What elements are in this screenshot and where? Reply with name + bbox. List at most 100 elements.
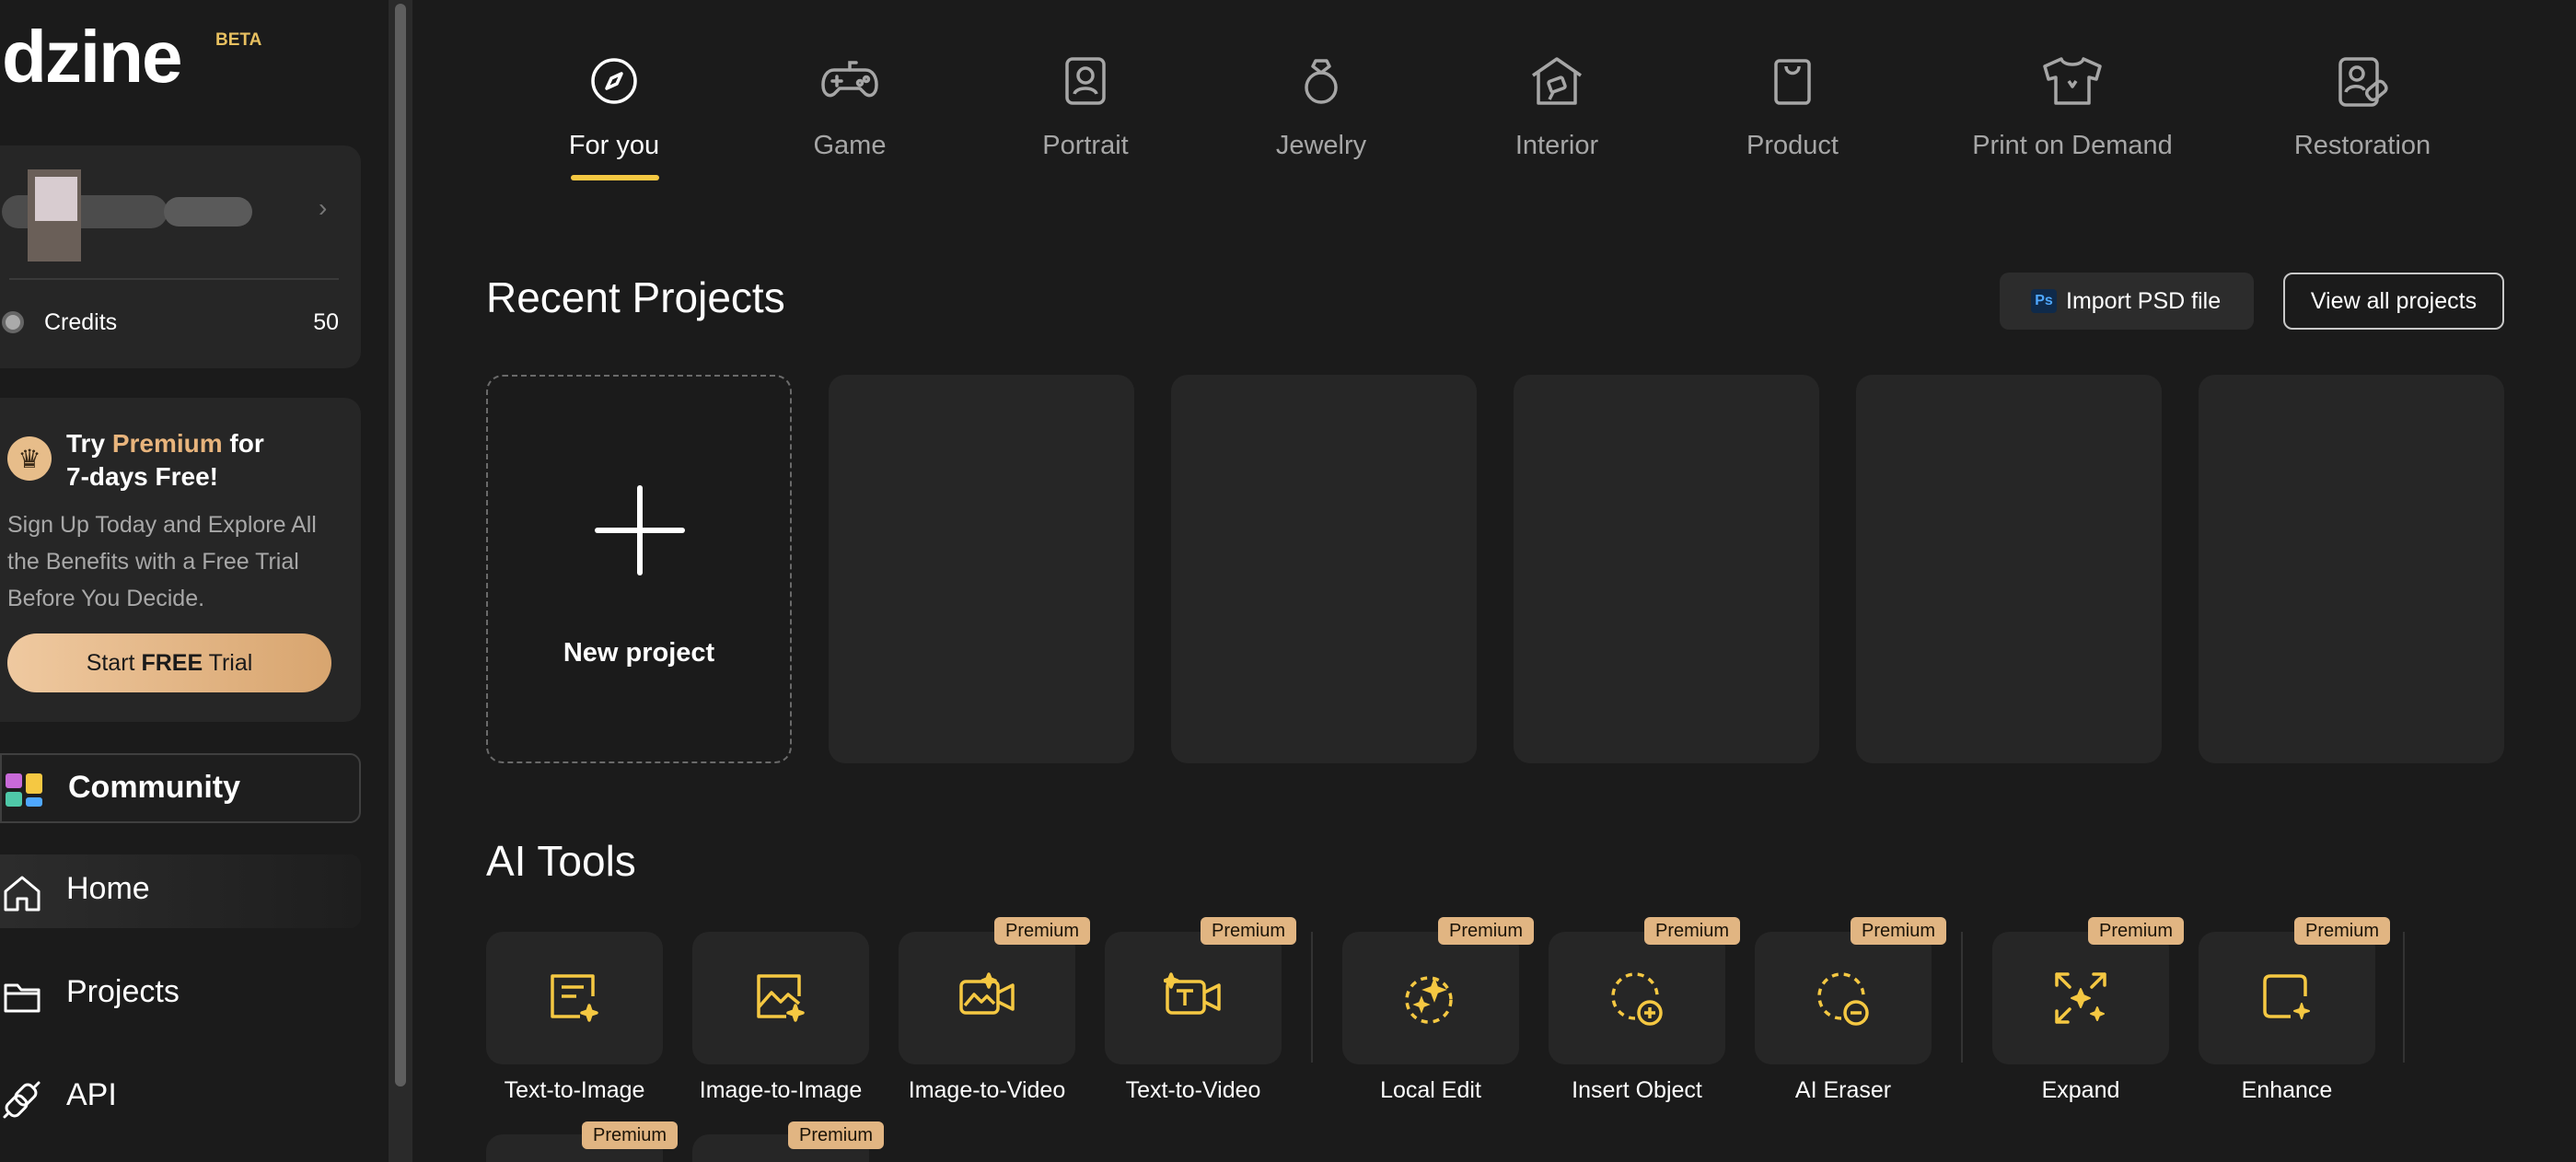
divider (1961, 932, 1963, 1063)
tool-text-to-video[interactable] (1105, 932, 1282, 1064)
sidebar-item-community[interactable]: Community (0, 753, 361, 823)
premium-badge: Premium (1201, 917, 1296, 945)
sidebar-item-label: Projects (66, 974, 180, 1009)
import-psd-button[interactable]: Ps Import PSD file (2000, 273, 2254, 330)
tool-enhance[interactable] (2199, 932, 2375, 1064)
expand-icon (2055, 972, 2106, 1024)
insert-object-icon (1611, 972, 1663, 1026)
premium-badge: Premium (2088, 917, 2184, 945)
tab-label: Product (1746, 131, 1839, 160)
premium-badge: Premium (994, 917, 1090, 945)
recent-projects-title: Recent Projects (486, 273, 785, 321)
ring-icon (1305, 59, 1338, 104)
tshirt-icon (2043, 57, 2102, 105)
sidebar-scrollbar-thumb[interactable] (395, 4, 406, 1086)
tool-ai-eraser[interactable] (1755, 932, 1932, 1064)
avatar (2, 169, 252, 261)
home-icon (4, 876, 41, 912)
promo-title: Try Premium for 7-days Free! (66, 429, 264, 491)
logo[interactable]: dzine (2, 20, 182, 94)
credits-icon (2, 311, 24, 333)
tool-label: Image-to-Video (908, 1077, 1066, 1103)
text-to-video-icon (1164, 972, 1221, 1015)
folder-icon (4, 983, 41, 1013)
tool-label: Insert Object (1572, 1077, 1702, 1103)
photoshop-icon: Ps (2031, 289, 2057, 313)
tool-image-to-video[interactable] (899, 932, 1075, 1064)
tab-interior[interactable]: Interior (1456, 55, 1658, 184)
text-to-image-icon (551, 974, 598, 1022)
plug-icon (3, 1081, 41, 1119)
premium-badge: Premium (788, 1121, 884, 1149)
tool-label: AI Eraser (1794, 1077, 1892, 1103)
enhance-icon (2263, 974, 2310, 1019)
tab-restoration[interactable]: Restoration (2261, 55, 2464, 184)
new-project-card[interactable]: New project (486, 375, 792, 763)
gamepad-icon (821, 61, 878, 98)
tool-label: Local Edit (1380, 1077, 1481, 1103)
tab-for-you[interactable]: For you (513, 55, 715, 184)
tab-print-on-demand[interactable]: Print on Demand (1971, 55, 2174, 184)
tool-local-edit[interactable] (1342, 932, 1519, 1064)
compass-icon (591, 58, 637, 104)
credits-value: 50 (313, 309, 339, 335)
ai-eraser-icon (1817, 972, 1869, 1026)
premium-badge: Premium (2294, 917, 2390, 945)
sidebar-item-label: Home (66, 871, 150, 906)
tool-image-to-image[interactable] (692, 932, 869, 1064)
tab-portrait[interactable]: Portrait (984, 55, 1187, 184)
house-icon (1532, 57, 1582, 105)
tab-label: Restoration (2293, 131, 2431, 160)
app: dzine BETA › Credits 50 ♛ Try Premium fo… (0, 0, 2576, 1162)
sidebar-item-label: API (66, 1077, 117, 1112)
tool-label: Expand (2041, 1077, 2120, 1103)
bag-icon (1774, 59, 1811, 105)
tab-label: Portrait (1042, 131, 1129, 160)
project-placeholder (829, 375, 1134, 763)
crown-icon: ♛ (7, 436, 52, 481)
tool-label: Text-to-Video (1125, 1077, 1261, 1103)
view-all-projects-button[interactable]: View all projects (2283, 273, 2504, 330)
tool-expand[interactable] (1992, 932, 2169, 1064)
portrait-icon (1065, 57, 1106, 105)
beta-badge: BETA (215, 30, 262, 50)
tab-label: For you (568, 131, 660, 160)
new-project-label: New project (563, 638, 715, 668)
sidebar-item-projects[interactable]: Projects (0, 958, 361, 1031)
premium-badge: Premium (1851, 917, 1946, 945)
project-placeholder (1856, 375, 2162, 763)
sidebar-item-api[interactable]: API (0, 1061, 361, 1134)
tool-text-to-image[interactable] (486, 932, 663, 1064)
tab-label: Print on Demand (1972, 131, 2173, 160)
tool-insert-object[interactable] (1549, 932, 1725, 1064)
premium-badge: Premium (1644, 917, 1740, 945)
restore-icon (2338, 57, 2388, 107)
tool-label: Image-to-Image (699, 1077, 863, 1103)
image-to-video-icon (959, 972, 1015, 1015)
sidebar-item-label: Community (68, 770, 240, 805)
import-psd-label: Import PSD file (2066, 288, 2222, 314)
tool-label: Enhance (2241, 1077, 2333, 1103)
credits-label: Credits (44, 309, 118, 335)
chevron-right-icon[interactable]: › (319, 193, 327, 223)
tab-game[interactable]: Game (748, 55, 951, 184)
tab-jewelry[interactable]: Jewelry (1220, 55, 1422, 184)
premium-badge: Premium (1438, 917, 1534, 945)
divider (9, 278, 339, 280)
project-placeholder (1171, 375, 1477, 763)
start-free-trial-button[interactable]: Start FREE Trial (7, 633, 331, 692)
tab-label: Interior (1514, 131, 1599, 160)
sidebar-item-home[interactable]: Home (0, 854, 361, 928)
divider (1311, 932, 1313, 1063)
tab-product[interactable]: Product (1691, 55, 1894, 184)
active-tab-indicator (571, 175, 659, 180)
premium-badge: Premium (582, 1121, 678, 1149)
premium-promo-card: ♛ Try Premium for 7-days Free! Sign Up To… (0, 398, 361, 722)
divider (2403, 932, 2405, 1063)
sidebar: dzine BETA › Credits 50 ♛ Try Premium fo… (0, 0, 389, 1162)
tool-label: Text-to-Image (504, 1077, 645, 1103)
project-placeholder (2199, 375, 2504, 763)
user-card[interactable]: › Credits 50 (0, 145, 361, 368)
community-icon (6, 773, 42, 807)
ai-tools-title: AI Tools (486, 837, 636, 885)
